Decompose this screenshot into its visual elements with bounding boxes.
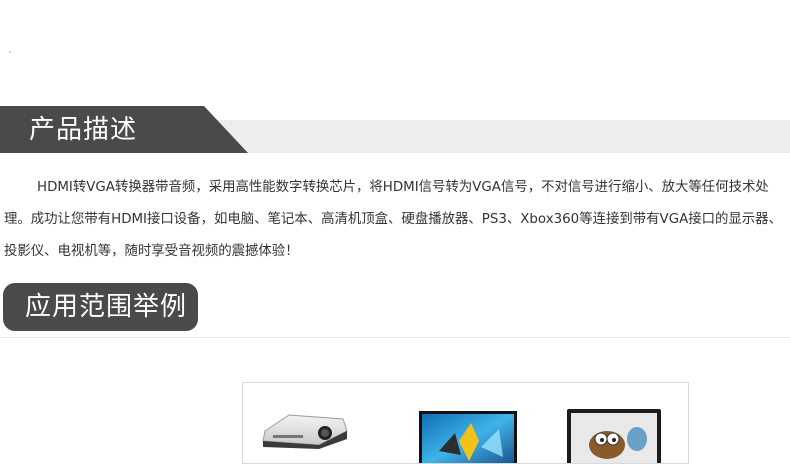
- product-description-title: 产品描述: [29, 115, 138, 145]
- projector-icon: [262, 414, 348, 449]
- decorative-dot: [9, 51, 11, 53]
- section-divider: [0, 337, 790, 338]
- product-description-text: HDMI转VGA转换器带音频，采用高性能数字转换芯片，将HDMI信号转为VGA信…: [4, 180, 782, 259]
- application-examples-banner: 应用范围举例: [3, 283, 198, 331]
- application-examples-title: 应用范围举例: [25, 292, 188, 322]
- application-examples-box: [242, 382, 689, 464]
- monitor-game-icon: [419, 411, 517, 463]
- product-description-banner: 产品描述: [0, 106, 790, 153]
- tv-cartoon-icon: [567, 409, 661, 463]
